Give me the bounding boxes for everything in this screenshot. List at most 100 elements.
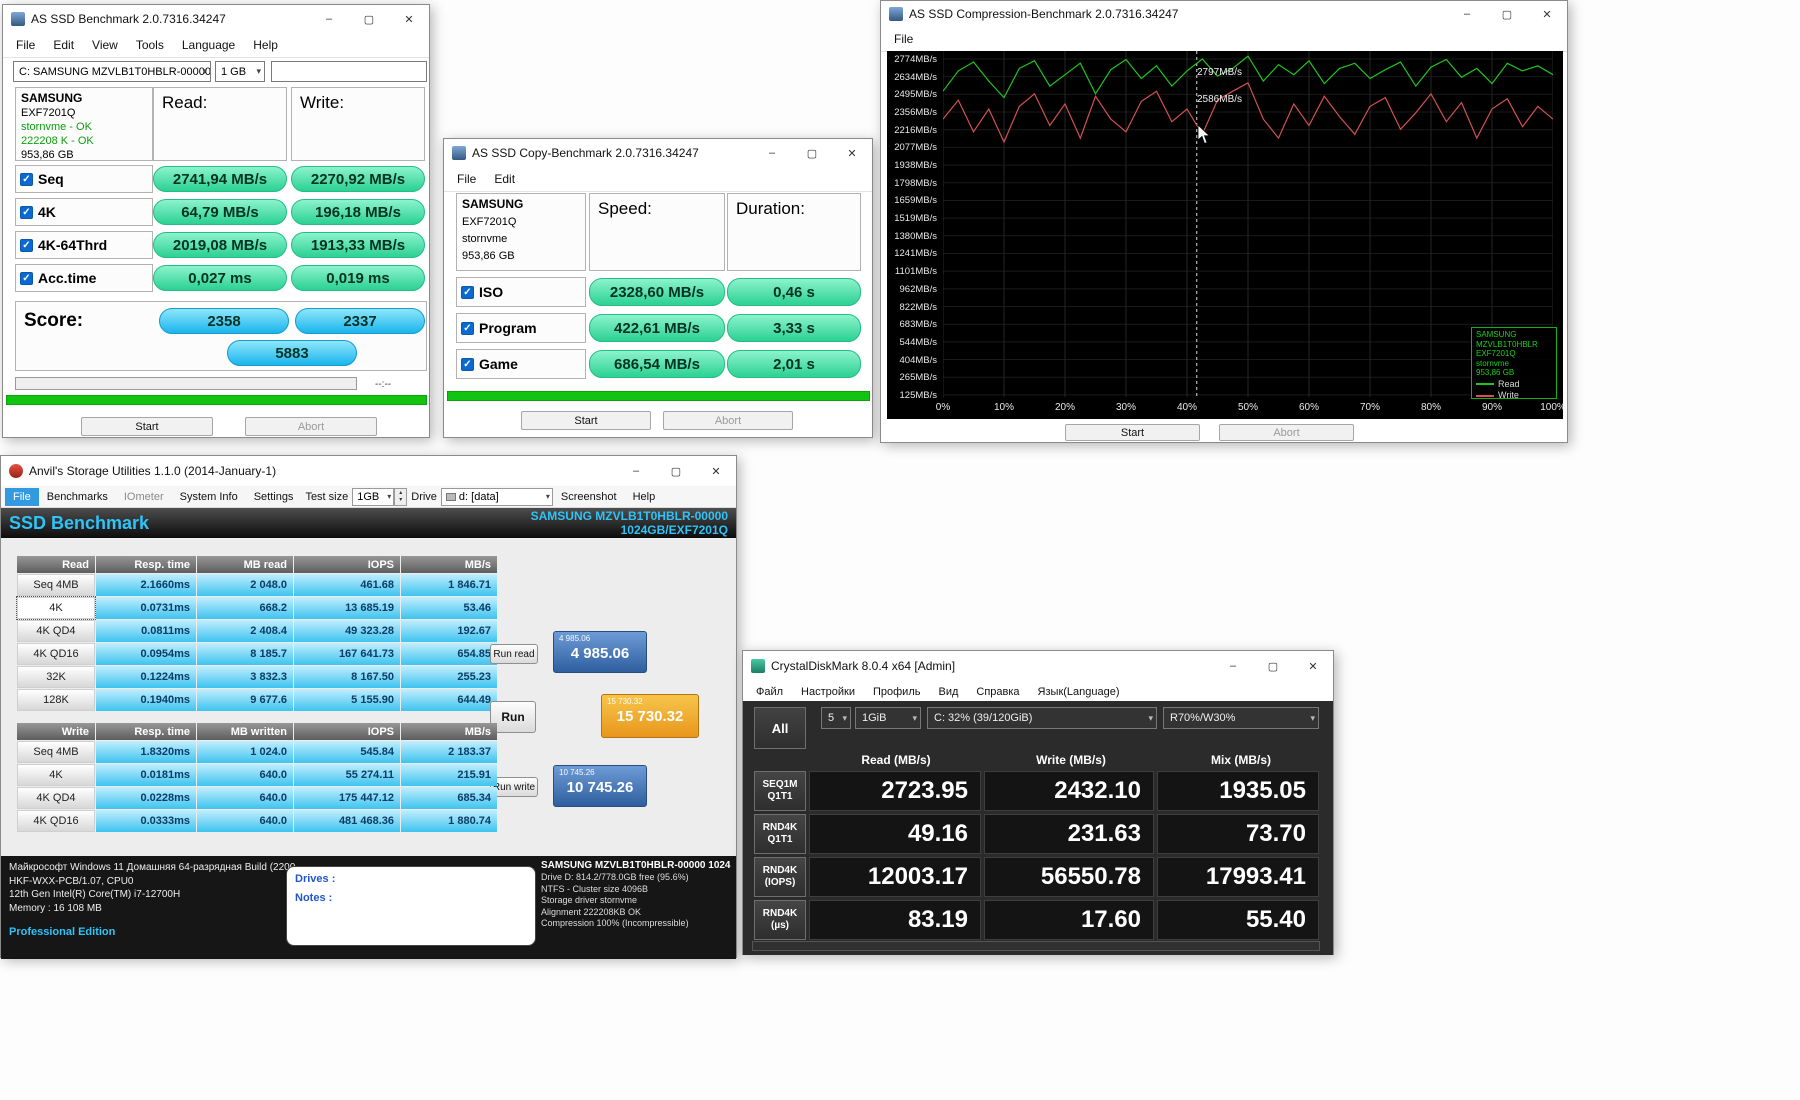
start-button[interactable]: Start: [81, 417, 213, 436]
checkbox-4K[interactable]: ✓: [20, 205, 33, 219]
toolbar-file[interactable]: File: [5, 487, 39, 506]
menu-item[interactable]: Help: [244, 35, 287, 55]
checkbox-Seq[interactable]: ✓: [20, 172, 33, 186]
result-value[interactable]: 73.70: [1157, 814, 1319, 854]
abort-button[interactable]: Abort: [245, 417, 377, 436]
menu-item[interactable]: Файл: [747, 683, 792, 701]
toolbar-screenshot[interactable]: Screenshot: [553, 488, 625, 506]
drives-notes-box[interactable]: Drives : Notes :: [286, 866, 536, 946]
result-value[interactable]: 2432.10: [984, 771, 1154, 811]
maximize-icon[interactable]: ▢: [1487, 1, 1527, 27]
test-row-label[interactable]: 32K: [17, 666, 95, 688]
close-icon[interactable]: ✕: [1527, 1, 1567, 27]
result-value[interactable]: 1935.05: [1157, 771, 1319, 811]
mix-ratio-select[interactable]: R70%/W30%: [1163, 707, 1319, 729]
test-row-label[interactable]: 4K QD16: [17, 810, 95, 832]
toolbar-help[interactable]: Help: [625, 488, 664, 506]
column-header: MB written: [197, 723, 293, 740]
drive-select[interactable]: d: [data]: [440, 487, 553, 506]
menu-item[interactable]: Tools: [127, 35, 173, 55]
test-button-SEQ1M-Q1T1[interactable]: SEQ1M Q1T1: [754, 771, 806, 811]
close-icon[interactable]: ✕: [696, 456, 736, 486]
close-icon[interactable]: ✕: [389, 5, 429, 33]
test-row-label[interactable]: 4K QD4: [17, 620, 95, 642]
result-value[interactable]: 49.16: [809, 814, 981, 854]
toolbar-iometer[interactable]: IOmeter: [116, 488, 172, 506]
menu-item[interactable]: File: [448, 169, 485, 189]
read-line-swatch: [1476, 383, 1494, 386]
test-count-select[interactable]: 5: [821, 707, 851, 729]
menu-item[interactable]: Справка: [967, 683, 1028, 701]
spinner-up-icon[interactable]: ▴: [399, 490, 402, 497]
result-value[interactable]: 17993.41: [1157, 857, 1319, 897]
menu-item[interactable]: File: [7, 35, 44, 55]
close-icon[interactable]: ✕: [832, 139, 872, 167]
test-size-select[interactable]: 1GiB: [855, 707, 921, 729]
test-button-RND4K-Q1T1[interactable]: RND4K Q1T1: [754, 814, 806, 854]
checkbox-Acc.time[interactable]: ✓: [20, 271, 33, 285]
minimize-icon[interactable]: –: [616, 456, 656, 486]
maximize-icon[interactable]: ▢: [792, 139, 832, 167]
result-cell: 9 677.6: [197, 689, 293, 711]
toolbar-settings[interactable]: Settings: [246, 488, 302, 506]
checkbox-ISO[interactable]: ✓: [461, 285, 474, 299]
all-tests-button[interactable]: All: [754, 707, 806, 749]
menu-item[interactable]: File: [885, 29, 922, 49]
menu-item[interactable]: Профиль: [864, 683, 930, 701]
minimize-icon[interactable]: –: [752, 139, 792, 167]
result-cell: 55 274.11: [294, 764, 400, 786]
test-button-RND4K-(IOPS)[interactable]: RND4K (IOPS): [754, 857, 806, 897]
menu-item[interactable]: Edit: [485, 169, 524, 189]
abort-button[interactable]: Abort: [663, 411, 793, 430]
minimize-icon[interactable]: –: [1213, 651, 1253, 681]
close-icon[interactable]: ✕: [1293, 651, 1333, 681]
result-value[interactable]: 2723.95: [809, 771, 981, 811]
menu-item[interactable]: Edit: [44, 35, 83, 55]
copy-row-label: ✓ Game: [456, 349, 586, 379]
minimize-icon[interactable]: –: [309, 5, 349, 33]
menu-item[interactable]: Настройки: [792, 683, 864, 701]
test-row-label[interactable]: Seq 4MB: [17, 741, 95, 763]
abort-button[interactable]: Abort: [1219, 424, 1354, 441]
test-row-label[interactable]: 4K QD4: [17, 787, 95, 809]
y-tick-label: 962MB/s: [899, 283, 938, 295]
start-button[interactable]: Start: [1065, 424, 1200, 441]
menu-item[interactable]: Язык(Language): [1029, 683, 1129, 701]
minimize-icon[interactable]: –: [1447, 1, 1487, 27]
test-size-select[interactable]: 1 GB: [215, 61, 265, 82]
menu-item[interactable]: Вид: [929, 683, 967, 701]
run-write-button[interactable]: Run write: [490, 777, 538, 797]
test-row-label[interactable]: Seq 4MB: [17, 574, 95, 596]
result-value[interactable]: 83.19: [809, 900, 981, 940]
checkbox-Game[interactable]: ✓: [461, 357, 474, 371]
text-field[interactable]: [271, 61, 427, 82]
maximize-icon[interactable]: ▢: [656, 456, 696, 486]
test-row-label[interactable]: 4K QD16: [17, 643, 95, 665]
result-value[interactable]: 56550.78: [984, 857, 1154, 897]
toolbar-benchmarks[interactable]: Benchmarks: [39, 488, 116, 506]
test-row-label[interactable]: 128K: [17, 689, 95, 711]
result-cell: 0.0333ms: [96, 810, 196, 832]
test-size-spinner[interactable]: ▴ ▾: [394, 487, 408, 506]
result-value[interactable]: 231.63: [984, 814, 1154, 854]
result-value[interactable]: 12003.17: [809, 857, 981, 897]
spinner-down-icon[interactable]: ▾: [399, 497, 402, 504]
result-value[interactable]: 17.60: [984, 900, 1154, 940]
test-size-select[interactable]: 1GB: [352, 487, 395, 506]
toolbar-system-info[interactable]: System Info: [172, 488, 246, 506]
checkbox-4K-64Thrd[interactable]: ✓: [20, 238, 33, 252]
test-row-label[interactable]: 4K: [16, 596, 96, 620]
drive-select[interactable]: C: SAMSUNG MZVLB1T0HBLR-00000: [13, 61, 211, 82]
test-row-label[interactable]: 4K: [17, 764, 95, 786]
target-drive-select[interactable]: C: 32% (39/120GiB): [927, 707, 1157, 729]
result-value[interactable]: 55.40: [1157, 900, 1319, 940]
menu-item[interactable]: View: [83, 35, 127, 55]
write-results-table: Write Resp. time MB written IOPS MB/s Seq 4MB…: [17, 723, 497, 832]
checkbox-Program[interactable]: ✓: [461, 321, 474, 335]
run-read-button[interactable]: Run read: [490, 644, 538, 664]
maximize-icon[interactable]: ▢: [1253, 651, 1293, 681]
menu-item[interactable]: Language: [173, 35, 244, 55]
maximize-icon[interactable]: ▢: [349, 5, 389, 33]
start-button[interactable]: Start: [521, 411, 651, 430]
test-button-RND4K-(µs)[interactable]: RND4K (µs): [754, 900, 806, 940]
